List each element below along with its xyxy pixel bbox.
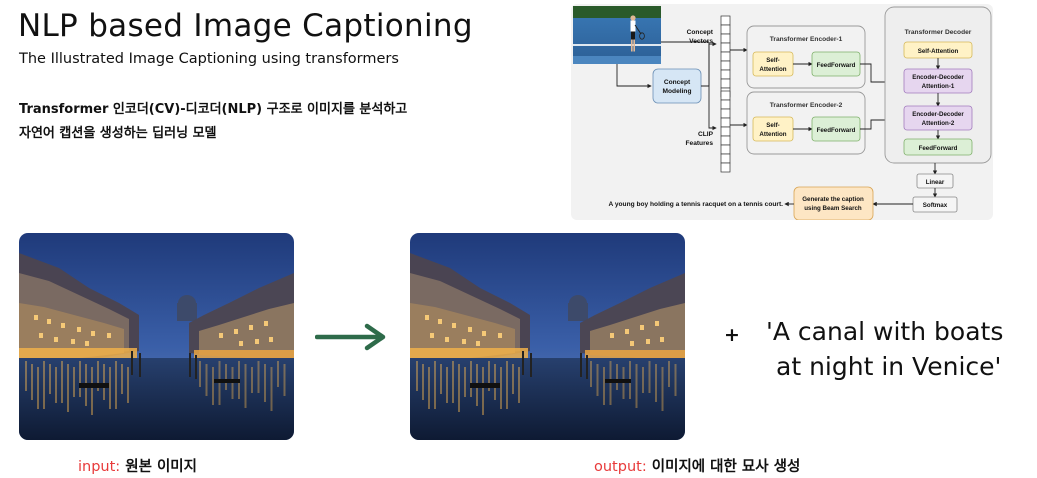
tennis-thumbnail — [573, 6, 661, 64]
encoder-2-feedforward: FeedForward — [817, 127, 856, 134]
output-image — [410, 233, 685, 440]
description-line-2: 자연어 캡션을 생성하는 딥러닝 모델 — [19, 126, 217, 141]
generated-caption-text: A young boy holding a tennis racquet on … — [609, 201, 784, 208]
concept-vectors-label-1: Concept — [687, 29, 714, 36]
right-arrow-icon — [315, 323, 386, 351]
enc-dec-attention-1-line-1: Encoder-Decoder — [912, 74, 964, 81]
enc-dec-attention-2-line-2: Attention-2 — [922, 120, 955, 127]
plus-icon: + — [724, 324, 740, 346]
clip-features-label-2: Features — [686, 140, 714, 147]
output-key: output: — [594, 459, 647, 475]
encoder-2-title: Transformer Encoder-2 — [770, 102, 843, 109]
decoder-feedforward: FeedForward — [919, 145, 958, 152]
softmax-box: Softmax — [923, 202, 948, 209]
caption-line-1: 'A canal with boats — [766, 317, 1004, 346]
output-label: output: 이미지에 대한 묘사 생성 — [594, 455, 800, 476]
enc-dec-attention-1-line-2: Attention-1 — [922, 83, 955, 90]
encoder-1-self-attention-2: Attention — [759, 66, 786, 73]
beam-search-line-2: using Beam Search — [804, 205, 862, 212]
encoder-1-title: Transformer Encoder-1 — [770, 36, 843, 43]
concept-modeling-label-1: Concept — [664, 79, 691, 86]
output-value: 이미지에 대한 묘사 생성 — [646, 459, 801, 475]
input-value: 원본 이미지 — [120, 459, 197, 475]
page-title: NLP based Image Captioning — [18, 8, 473, 44]
concept-modeling-label-2: Modeling — [663, 88, 692, 95]
architecture-diagram: Concept Modeling Concept Vectors CLIP Fe… — [571, 4, 993, 220]
clip-feature-stack — [720, 90, 731, 173]
clip-features-label-1: CLIP — [698, 131, 714, 138]
beam-search-line-1: Generate the caption — [802, 196, 864, 203]
concept-vector-stack — [720, 15, 731, 98]
encoder-1-feedforward: FeedForward — [817, 62, 856, 69]
concept-vectors-label-2: Vectors — [689, 38, 713, 45]
input-key: input: — [78, 459, 121, 475]
page-subtitle: The Illustrated Image Captioning using t… — [19, 51, 399, 67]
decoder-self-attention: Self-Attention — [918, 48, 959, 55]
caption-line-2: at night in Venice' — [776, 352, 1002, 381]
encoder-1-self-attention-1: Self- — [766, 57, 779, 64]
decoder-title: Transformer Decoder — [905, 29, 972, 36]
description-line-1: Transformer 인코더(CV)-디코더(NLP) 구조로 이미지를 분석… — [19, 102, 408, 117]
encoder-2-self-attention-2: Attention — [759, 131, 786, 138]
input-label: input: 원본 이미지 — [78, 455, 197, 476]
input-image — [19, 233, 294, 440]
encoder-2-self-attention-1: Self- — [766, 122, 779, 129]
enc-dec-attention-2-line-1: Encoder-Decoder — [912, 111, 964, 118]
linear-box: Linear — [926, 179, 945, 186]
